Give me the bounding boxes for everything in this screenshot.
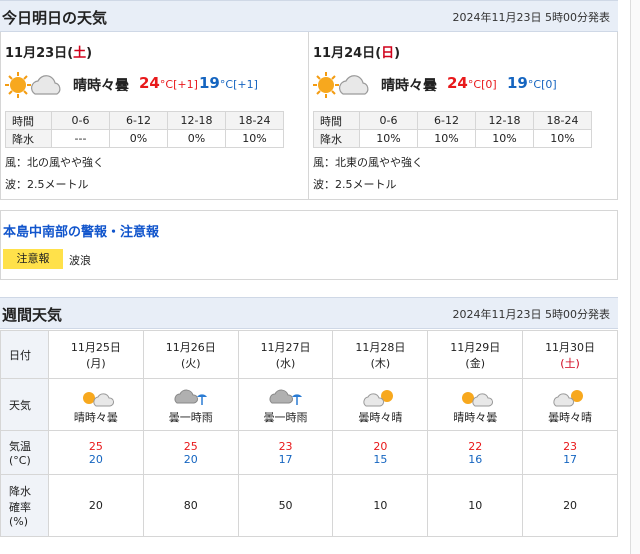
section-title: 週間天気	[2, 306, 63, 324]
day-date: 11月24日(日)	[313, 46, 401, 61]
sun-cloud-icon	[5, 72, 61, 98]
weekly-rain-cell: 80	[142, 474, 239, 537]
weekly-rain-cell: 20	[48, 474, 144, 537]
wind-text: 風：北東の風やや強く	[313, 156, 423, 169]
weekly-header: 週間天気 2024年11月23日 5時00分発表	[0, 297, 618, 329]
precip-table: 時間 0-6 6-12 12-18 18-24 降水 10% 10% 10% 10%	[313, 111, 592, 148]
weekly-date-cell: 11月26日 (火)	[142, 330, 239, 379]
weekly-weather-cell: 曇時々晴	[332, 378, 429, 431]
issued-time: 2024年11月23日 5時00分発表	[452, 11, 610, 24]
weekly-weather-cell: 晴時々曇	[48, 378, 144, 431]
high-temp: 24°C[+1]	[139, 74, 198, 92]
weekly-temp-cell: 20 15	[332, 430, 429, 475]
weekly-table: 日付 11月25日 (月) 11月26日 (火) 11月27日 (水) 11月28日(…	[0, 330, 618, 537]
wave-text: 波：2.5メートル	[5, 178, 89, 191]
weekly-temp-cell: 25 20	[48, 430, 144, 475]
low-temp: 19°C[+1]	[199, 74, 258, 92]
low-temp: 19°C[0]	[507, 74, 557, 92]
day-date: 11月23日(土)	[5, 46, 93, 61]
sun-cloud-icon	[82, 391, 114, 406]
day-panel-tomorrow: 11月24日(日) 晴時々曇 24°C[0] 19°C[0] 時間 0-6 6-12…	[309, 32, 618, 200]
warning-items: 波浪	[69, 254, 91, 267]
weekly-weather-cell: 曇一時雨	[237, 378, 334, 431]
section-title: 今日明日の天気	[2, 9, 108, 27]
cloud-rain-icon	[174, 389, 207, 405]
wave-text: 波：2.5メートル	[313, 178, 397, 191]
cloud-sun-icon	[553, 389, 584, 406]
forecast-telop: 晴時々曇	[73, 78, 129, 94]
today-tomorrow-header: 今日明日の天気 2024年11月23日 5時00分発表	[0, 0, 618, 32]
right-edge-panel	[630, 0, 640, 554]
warning-box: 本島中南部の警報・注意報 注意報 波浪	[0, 210, 618, 280]
weekly-date-cell: 11月27日 (水)	[237, 330, 334, 379]
weekly-temp-cell: 22 16	[427, 430, 524, 475]
day-panel-today: 11月23日(土) 晴時々曇 24°C[+1] 19°C[+1] 時間 0-6 6-…	[0, 32, 309, 200]
row-label-date: 日付	[0, 330, 49, 379]
issued-time: 2024年11月23日 5時00分発表	[452, 308, 610, 321]
forecast-telop: 晴時々曇	[381, 78, 437, 94]
weekly-rain-cell: 50	[237, 474, 334, 537]
warning-link[interactable]: 本島中南部の警報・注意報	[3, 221, 159, 240]
sun-cloud-icon	[313, 72, 369, 98]
sun-cloud-icon	[462, 391, 494, 406]
weekly-date-cell: 11月25日 (月)	[48, 330, 144, 379]
row-label-weather: 天気	[0, 378, 49, 431]
weekly-temp-cell: 23 17	[522, 430, 618, 475]
high-temp: 24°C[0]	[447, 74, 497, 92]
precip-table: 時間 0-6 6-12 12-18 18-24 降水 --- 0% 0% 10%	[5, 111, 284, 148]
row-label-temp: 気温 (°C)	[0, 430, 49, 475]
weekly-date-cell: 11月29日 (金)	[427, 330, 524, 379]
weekly-temp-cell: 23 17	[237, 430, 334, 475]
wind-text: 風：北の風やや強く	[5, 156, 104, 169]
weekly-rain-cell: 10	[332, 474, 429, 537]
row-label-rain: 降水 確率 (%)	[0, 474, 49, 537]
weekly-date-cell: 11月28日 (木)	[332, 330, 429, 379]
weekly-rain-cell: 10	[427, 474, 524, 537]
weekly-weather-cell: 曇一時雨	[142, 378, 239, 431]
advisory-badge: 注意報	[3, 249, 63, 269]
weekly-temp-cell: 25 20	[142, 430, 239, 475]
cloud-sun-icon	[363, 389, 394, 406]
weekly-weather-cell: 曇時々晴	[522, 378, 618, 431]
weekly-weather-cell: 晴時々曇	[427, 378, 524, 431]
weekly-date-cell: 11月30日 (土)	[522, 330, 618, 379]
weekly-rain-cell: 20	[522, 474, 618, 537]
cloud-rain-icon	[269, 389, 302, 405]
